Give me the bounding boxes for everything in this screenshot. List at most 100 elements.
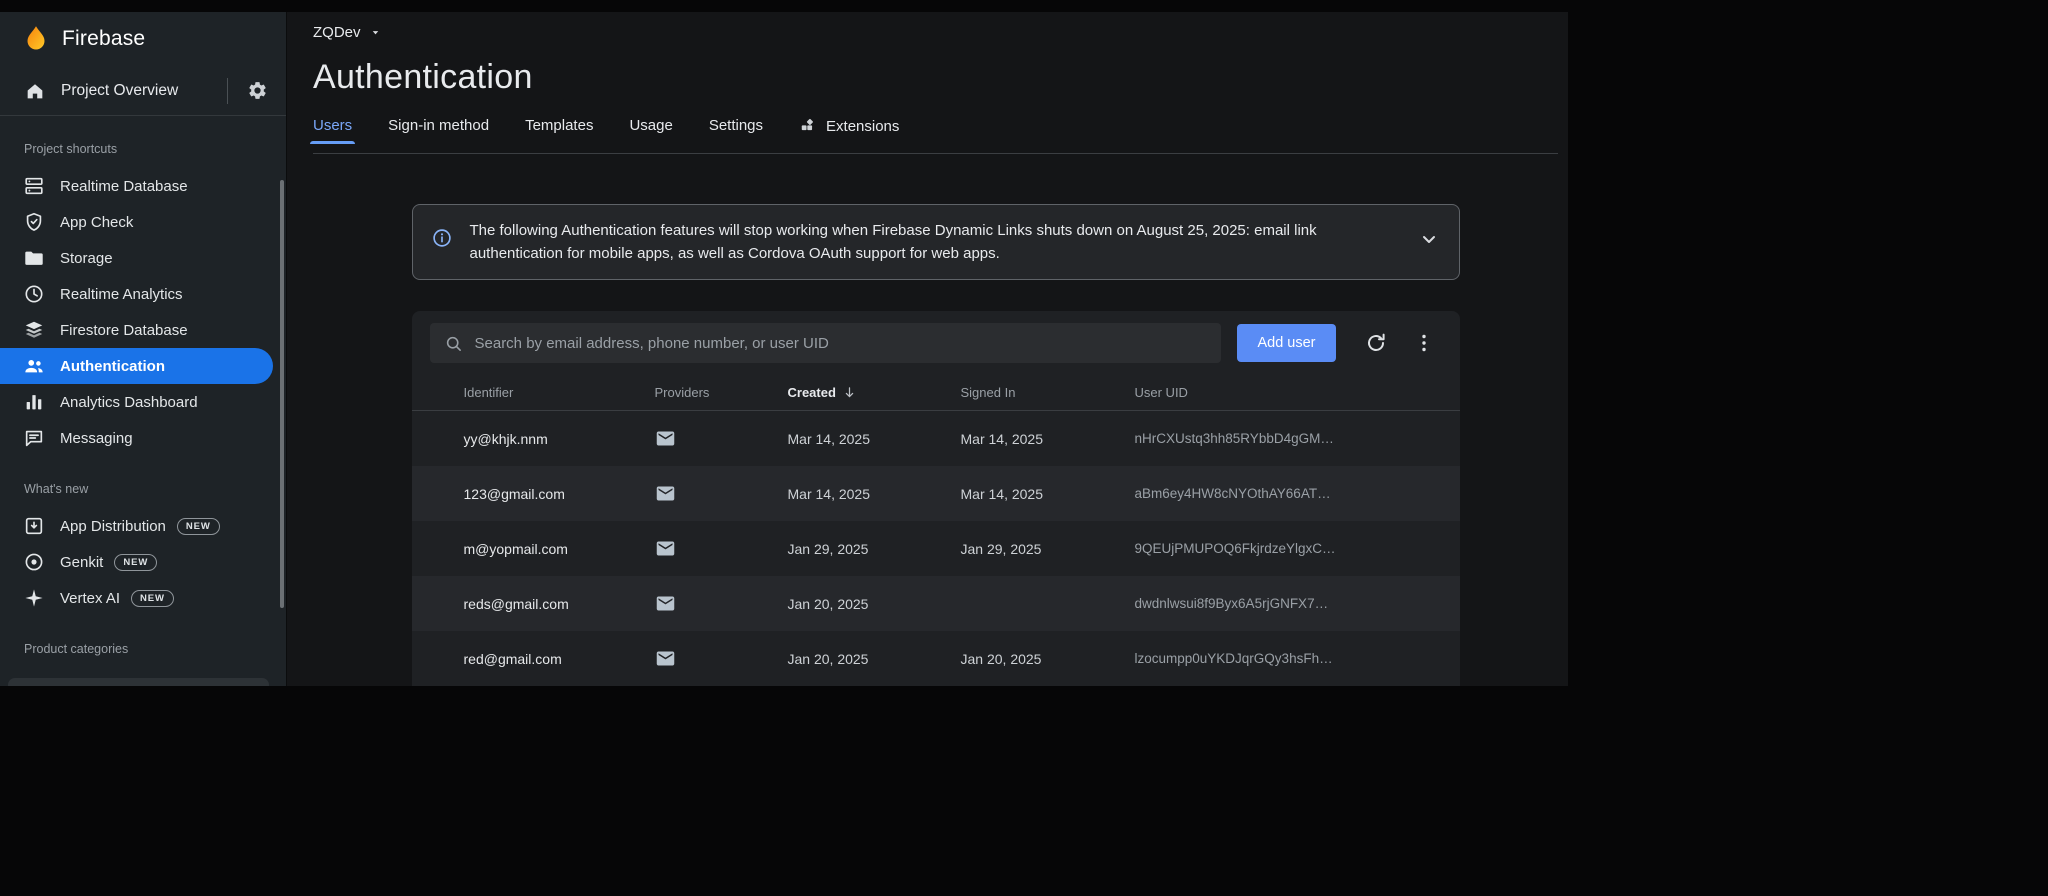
- project-overview-row: Project Overview: [0, 66, 286, 116]
- table-row[interactable]: yy@khjk.nnm Mar 14, 2025 Mar 14, 2025 nH…: [412, 411, 1460, 466]
- email-provider-icon: [655, 483, 676, 504]
- project-name: ZQDev: [313, 24, 361, 41]
- sidebar-item-label: Realtime Database: [60, 178, 188, 195]
- tab-sign-in-method[interactable]: Sign-in method: [388, 117, 489, 141]
- app-distribution-icon: [23, 515, 45, 537]
- project-overview-link[interactable]: Project Overview: [61, 82, 227, 100]
- extensions-icon: [799, 117, 818, 136]
- table-row[interactable]: red@gmail.com Jan 20, 2025 Jan 20, 2025 …: [412, 631, 1460, 686]
- column-header-signed-in[interactable]: Signed In: [961, 385, 1135, 400]
- cell-providers: [655, 483, 788, 504]
- tab-label: Usage: [629, 117, 672, 134]
- users-toolbar: Add user: [412, 311, 1460, 375]
- sidebar-item-label: Realtime Analytics: [60, 286, 183, 303]
- tab-label: Extensions: [826, 118, 899, 135]
- column-label: Created: [788, 385, 836, 400]
- cell-identifier: reds@gmail.com: [464, 596, 655, 612]
- home-icon: [24, 80, 46, 102]
- cell-identifier: yy@khjk.nnm: [464, 431, 655, 447]
- project-shortcuts-list: Realtime Database App Check Storage Realtim…: [0, 168, 286, 456]
- sidebar-item-label: Firestore Database: [60, 322, 188, 339]
- tab-settings[interactable]: Settings: [709, 117, 763, 141]
- sidebar-item-analytics-dashboard[interactable]: Analytics Dashboard: [0, 384, 273, 420]
- cell-created: Jan 20, 2025: [788, 651, 961, 667]
- add-user-button[interactable]: Add user: [1237, 324, 1335, 362]
- whats-new-list: App DistributionNEWGenkitNEWVertex AINEW: [0, 508, 286, 616]
- search-box[interactable]: [430, 323, 1222, 363]
- column-header-created[interactable]: Created: [788, 385, 961, 400]
- sidebar-item-realtime-analytics[interactable]: Realtime Analytics: [0, 276, 273, 312]
- sidebar-item-storage[interactable]: Storage: [0, 240, 273, 276]
- brand-name: Firebase: [62, 27, 145, 51]
- cell-providers: [655, 428, 788, 449]
- project-selector[interactable]: ZQDev: [313, 20, 381, 44]
- people-icon: [23, 355, 45, 377]
- column-label: User UID: [1135, 385, 1188, 400]
- table-row[interactable]: 123@gmail.com Mar 14, 2025 Mar 14, 2025 …: [412, 466, 1460, 521]
- tab-users[interactable]: Users: [313, 117, 352, 141]
- sort-desc-icon[interactable]: [842, 385, 857, 400]
- new-badge: NEW: [177, 518, 220, 535]
- sidebar-item-messaging[interactable]: Messaging: [0, 420, 273, 456]
- email-provider-icon: [655, 593, 676, 614]
- column-header-identifier[interactable]: Identifier: [464, 385, 655, 400]
- cell-user-uid: aBm6ey4HW8cNYOthAY66AT…: [1135, 486, 1436, 501]
- sidebar-item-vertex-ai[interactable]: Vertex AINEW: [0, 580, 273, 616]
- cell-created: Mar 14, 2025: [788, 431, 961, 447]
- sidebar-item-label: Analytics Dashboard: [60, 394, 198, 411]
- tab-templates[interactable]: Templates: [525, 117, 593, 141]
- search-input[interactable]: [475, 335, 1208, 352]
- caret-down-icon: [370, 27, 381, 38]
- clock-icon: [23, 283, 45, 305]
- gear-icon: [247, 80, 268, 101]
- email-provider-icon: [655, 648, 676, 669]
- column-label: Identifier: [464, 385, 514, 400]
- shield-icon: [23, 211, 45, 233]
- column-label: Signed In: [961, 385, 1016, 400]
- sidebar-item-app-check[interactable]: App Check: [0, 204, 273, 240]
- sidebar-item-firestore-database[interactable]: Firestore Database: [0, 312, 273, 348]
- sidebar-item-realtime-database[interactable]: Realtime Database: [0, 168, 273, 204]
- sidebar-item-genkit[interactable]: GenkitNEW: [0, 544, 273, 580]
- column-label: Providers: [655, 385, 710, 400]
- cell-identifier: m@yopmail.com: [464, 541, 655, 557]
- table-row[interactable]: m@yopmail.com Jan 29, 2025 Jan 29, 2025 …: [412, 521, 1460, 576]
- sidebar-item-label: Authentication: [60, 358, 165, 375]
- email-provider-icon: [655, 538, 676, 559]
- table-header-row: Identifier Providers Created Signed In User …: [412, 375, 1460, 411]
- firebase-logo-icon: [21, 24, 51, 54]
- cell-providers: [655, 538, 788, 559]
- chat-icon: [23, 427, 45, 449]
- cell-identifier: red@gmail.com: [464, 651, 655, 667]
- search-icon: [444, 334, 463, 353]
- tab-bar: Users Sign-in method Templates Usage Setting…: [313, 117, 1558, 147]
- cell-created: Jan 29, 2025: [788, 541, 961, 557]
- sidebar-item-app-distribution[interactable]: App DistributionNEW: [0, 508, 273, 544]
- sidebar-item-label: Genkit: [60, 554, 103, 571]
- cell-user-uid: dwdnlwsui8f9Byx6A5rjGNFX7…: [1135, 596, 1436, 611]
- table-row[interactable]: reds@gmail.com Jan 20, 2025 dwdnlwsui8f9…: [412, 576, 1460, 631]
- page-title: Authentication: [313, 58, 1558, 97]
- sidebar-scrollbar[interactable]: [280, 180, 284, 608]
- more-options-icon[interactable]: [1412, 331, 1436, 355]
- sidebar-item-authentication[interactable]: Authentication: [0, 348, 273, 384]
- cell-user-uid: 9QEUjPMUPOQ6FkjrdzeYlgxC…: [1135, 541, 1436, 556]
- folder-icon: [23, 247, 45, 269]
- project-shortcuts-label: Project shortcuts: [0, 116, 286, 168]
- column-header-providers[interactable]: Providers: [655, 385, 788, 400]
- chevron-down-icon[interactable]: [1417, 227, 1441, 251]
- sidebar-item-label: App Check: [60, 214, 133, 231]
- cell-user-uid: nHrCXUstq3hh85RYbbD4gGM…: [1135, 431, 1436, 446]
- sidebar-partial-item[interactable]: [8, 678, 269, 686]
- email-provider-icon: [655, 428, 676, 449]
- cell-created: Jan 20, 2025: [788, 596, 961, 612]
- column-header-user-uid[interactable]: User UID: [1135, 385, 1436, 400]
- genkit-icon: [23, 551, 45, 573]
- refresh-icon[interactable]: [1364, 331, 1388, 355]
- tab-usage[interactable]: Usage: [629, 117, 672, 141]
- brand-row[interactable]: Firebase: [0, 12, 286, 66]
- users-table-body: yy@khjk.nnm Mar 14, 2025 Mar 14, 2025 nH…: [412, 411, 1460, 686]
- project-settings-button[interactable]: [240, 74, 274, 108]
- tab-extensions[interactable]: Extensions: [799, 117, 899, 143]
- deprecation-banner: The following Authentication features wi…: [412, 204, 1460, 280]
